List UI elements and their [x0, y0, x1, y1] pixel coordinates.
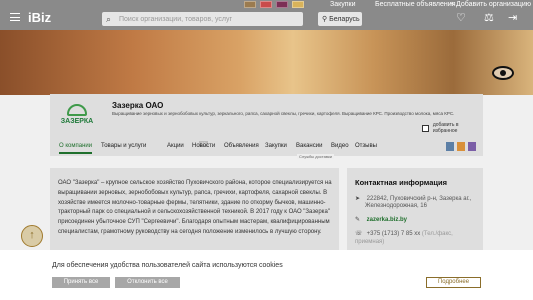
site-row: ✎ zazerka.biz.by: [355, 216, 407, 223]
tab-video[interactable]: Видео: [331, 143, 349, 149]
leaf-icon: [67, 104, 87, 116]
tab-news[interactable]: Новости: [192, 143, 215, 149]
phone-hint-2: приемная): [355, 239, 385, 245]
company-description: Выращивание зерновых и зернобобовых куль…: [112, 111, 455, 116]
contacts-title: Контактная информация: [355, 178, 448, 187]
accept-all-button[interactable]: Принять все: [52, 277, 110, 288]
login-icon[interactable]: ⇥: [508, 13, 517, 24]
cookie-text: Для обеспечения удобства пользователей с…: [52, 262, 283, 269]
region-select[interactable]: ⚲ Беларусь: [318, 12, 362, 26]
about-text: ОАО "Зазерка" – крупное сельское хозяйст…: [58, 180, 332, 235]
location-pin-icon: ⚲: [322, 16, 328, 23]
viber-icon[interactable]: [468, 142, 476, 151]
checkbox-icon[interactable]: [422, 124, 429, 132]
address-row: ➤ 222842, Пуховичский р-н, Зазерка аг.,: [355, 195, 471, 202]
heart-icon[interactable]: ♡: [456, 13, 466, 24]
search-icon: ⌕: [106, 14, 112, 24]
company-logo-text: ЗАЗЕРКА: [60, 118, 94, 125]
top-header: iBiz ⌕ Поиск организации, товаров, услуг…: [0, 0, 533, 30]
company-tabs: О компании Товары и услуги 12 Акции Ново…: [50, 140, 483, 156]
cookie-banner: [0, 250, 533, 300]
site-logo[interactable]: iBiz: [28, 10, 51, 25]
location-arrow-icon: ➤: [355, 196, 361, 202]
phone-hint: (Тел./факс,: [421, 231, 453, 237]
tab-vacancies[interactable]: Вакансии: [296, 143, 322, 149]
phone-number[interactable]: +375 (1713) 7 85 xx: [367, 231, 421, 237]
region-label: Беларусь: [329, 16, 360, 23]
phone-icon: ☏: [355, 231, 363, 237]
about-section: ОАО "Зазерка" – крупное сельское хозяйст…: [50, 168, 339, 260]
tab-promotions[interactable]: Акции: [167, 143, 184, 149]
search-placeholder: Поиск организации, товаров, услуг: [119, 15, 233, 23]
ok-icon[interactable]: [457, 142, 465, 151]
menu-icon[interactable]: [10, 13, 20, 21]
favorite-label: добавить в избранное: [432, 122, 459, 134]
vk-icon[interactable]: [446, 142, 454, 151]
address-line-2: Железнодорожная, 16: [365, 203, 427, 209]
arrow-up-icon: ↑: [29, 229, 35, 241]
scroll-up-button[interactable]: ↑: [21, 225, 43, 247]
flag-icon[interactable]: [292, 1, 304, 8]
tab-products[interactable]: Товары и услуги: [101, 143, 146, 149]
search-input[interactable]: ⌕ Поиск организации, товаров, услуг: [102, 12, 303, 26]
eye-icon[interactable]: [492, 66, 514, 80]
decline-all-button[interactable]: Отклонить все: [115, 277, 180, 288]
favorite-toggle[interactable]: добавить в избранное: [422, 122, 483, 134]
add-organization-link[interactable]: + Добавить организацию: [450, 1, 531, 8]
tab-purchases[interactable]: Закупки: [265, 143, 287, 149]
flag-icon[interactable]: [276, 1, 288, 8]
phone-row: ☏ +375 (1713) 7 85 xx (Тел./факс,: [355, 230, 453, 237]
more-details-button[interactable]: Подробнее: [426, 277, 481, 288]
flag-icon[interactable]: [260, 1, 272, 8]
contacts-section: Контактная информация ➤ 222842, Пуховичс…: [347, 168, 483, 260]
cover-banner: [0, 30, 533, 95]
purchases-link[interactable]: Закупки: [330, 1, 356, 8]
company-name: Зазерка ОАО: [112, 101, 164, 110]
site-link[interactable]: zazerka.biz.by: [367, 217, 407, 223]
free-ads-link[interactable]: Бесплатные объявления: [375, 1, 455, 8]
delivery-services-link[interactable]: Службы доставки: [297, 154, 334, 159]
language-flags: [244, 1, 304, 8]
compare-icon[interactable]: ⚖: [484, 13, 494, 24]
tab-ads[interactable]: Объявления: [224, 143, 259, 149]
link-icon: ✎: [355, 217, 361, 223]
flag-icon[interactable]: [244, 1, 256, 8]
company-logo: ЗАЗЕРКА: [60, 104, 94, 130]
tab-reviews[interactable]: Отзывы: [355, 143, 377, 149]
tab-about[interactable]: О компании: [59, 143, 93, 154]
address-line-1: 222842, Пуховичский р-н, Зазерка аг.,: [366, 196, 472, 202]
